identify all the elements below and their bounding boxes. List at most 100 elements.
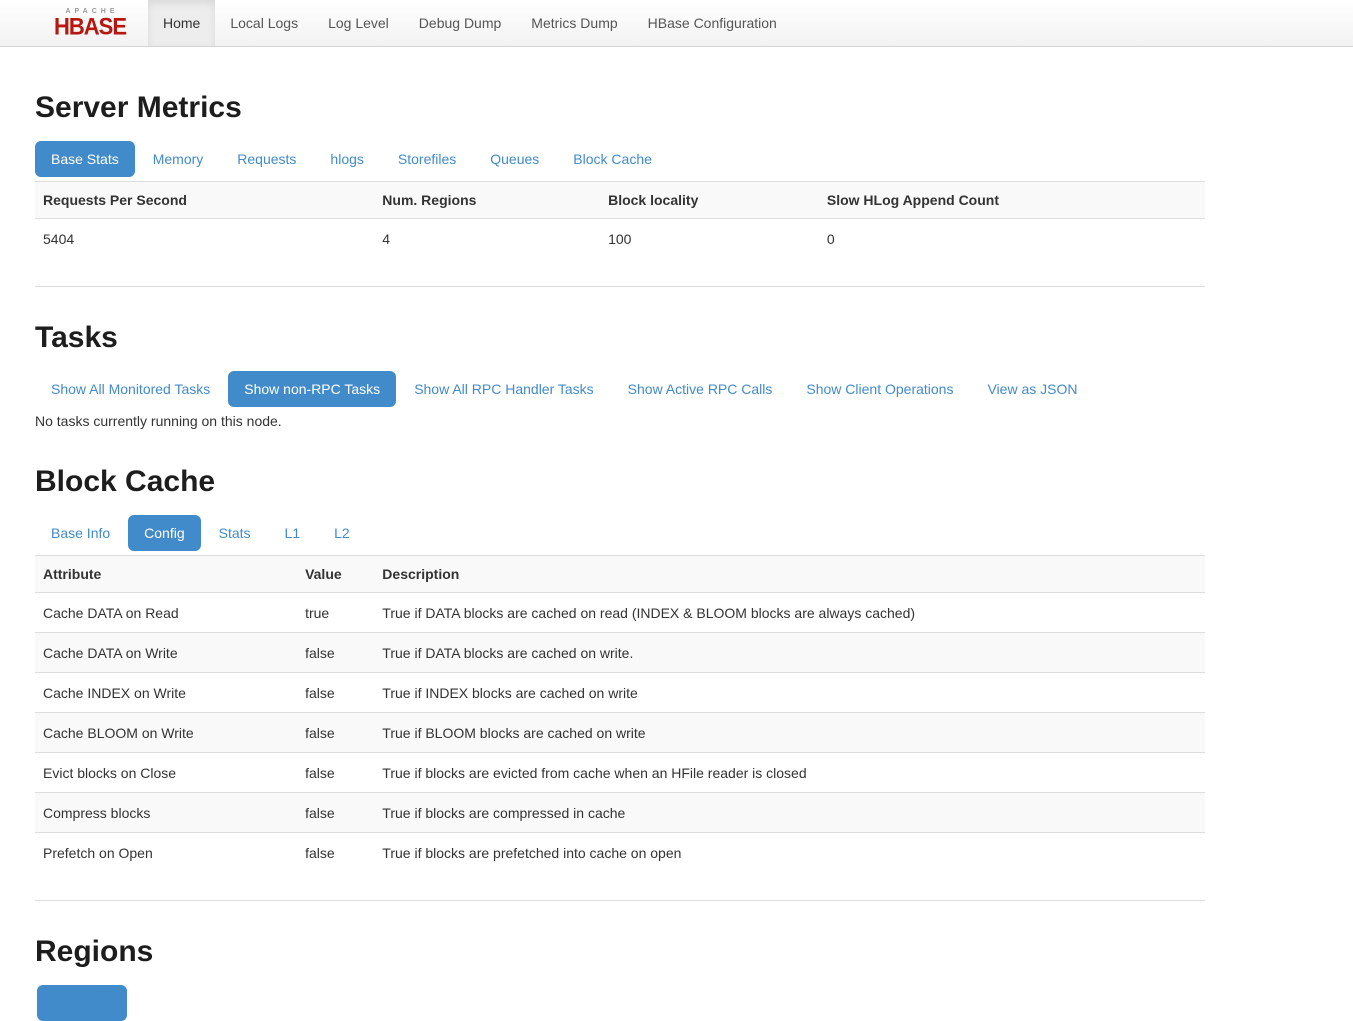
- block-cache-tabs: Base Info Config Stats L1 L2: [35, 515, 1205, 551]
- navbar-item-label: Log Level: [328, 13, 389, 33]
- regions-section: Regions: [35, 935, 1205, 1021]
- tab-label: Base Stats: [51, 151, 119, 167]
- tab-label: Show All Monitored Tasks: [51, 381, 210, 397]
- tab-label: Memory: [153, 151, 204, 167]
- tab-show-active-rpc-calls[interactable]: Show Active RPC Calls: [612, 371, 789, 407]
- value-cell: false: [297, 633, 374, 673]
- tab-view-as-json[interactable]: View as JSON: [971, 371, 1093, 407]
- description-cell: True if INDEX blocks are cached on write: [374, 673, 1205, 713]
- server-metrics-heading: Server Metrics: [35, 91, 1205, 124]
- tab-hlogs[interactable]: hlogs: [314, 141, 379, 177]
- tab-base-stats[interactable]: Base Stats: [35, 141, 135, 177]
- description-cell: True if blocks are evicted from cache wh…: [374, 753, 1205, 793]
- column-header: Value: [297, 556, 374, 593]
- value-cell: false: [297, 793, 374, 833]
- tab-label: Queues: [490, 151, 539, 167]
- hbase-logo[interactable]: APACHE HBASE: [40, 0, 140, 46]
- value-cell: false: [297, 673, 374, 713]
- column-header: Description: [374, 556, 1205, 593]
- tab-label: Config: [144, 525, 184, 541]
- description-cell: True if DATA blocks are cached on read (…: [374, 593, 1205, 633]
- navbar-item-label: Local Logs: [230, 13, 298, 33]
- tab-l1[interactable]: L1: [269, 515, 317, 551]
- server-metrics-table: Requests Per SecondNum. RegionsBlock loc…: [35, 181, 1205, 258]
- navbar-item-label: Metrics Dump: [531, 13, 617, 33]
- attribute-cell: Cache BLOOM on Write: [35, 713, 297, 753]
- regions-tab-partial[interactable]: [37, 985, 127, 1021]
- tab-memory[interactable]: Memory: [137, 141, 220, 177]
- tasks-section: Tasks Show All Monitored Tasks Show non-…: [35, 321, 1205, 431]
- navbar-item-label: Home: [163, 13, 200, 33]
- tab-label: L2: [334, 525, 350, 541]
- tab-config[interactable]: Config: [128, 515, 200, 551]
- table-row: 5404 4 100 0: [35, 219, 1205, 259]
- tasks-empty-message: No tasks currently running on this node.: [35, 411, 1205, 431]
- tab-base-info[interactable]: Base Info: [35, 515, 126, 551]
- column-header: Block locality: [600, 182, 819, 219]
- block-cache-config-table: AttributeValueDescription Cache DATA on …: [35, 555, 1205, 872]
- value-cell: false: [297, 833, 374, 873]
- nav-local-logs[interactable]: Local Logs: [215, 0, 313, 46]
- tab-label: Show Active RPC Calls: [628, 381, 773, 397]
- table-row: Prefetch on Open false True if blocks ar…: [35, 833, 1205, 873]
- tab-label: Block Cache: [573, 151, 652, 167]
- table-cell: 5404: [35, 219, 374, 259]
- column-header: Attribute: [35, 556, 297, 593]
- tab-show-all-rpc-handler-tasks[interactable]: Show All RPC Handler Tasks: [398, 371, 609, 407]
- tab-stats[interactable]: Stats: [203, 515, 267, 551]
- attribute-cell: Prefetch on Open: [35, 833, 297, 873]
- description-cell: True if BLOOM blocks are cached on write: [374, 713, 1205, 753]
- attribute-cell: Cache DATA on Write: [35, 633, 297, 673]
- tab-label: Requests: [237, 151, 296, 167]
- tab-label: Base Info: [51, 525, 110, 541]
- navbar-item-label: Debug Dump: [419, 13, 502, 33]
- column-header: Slow HLog Append Count: [819, 182, 1205, 219]
- tab-storefiles[interactable]: Storefiles: [382, 141, 472, 177]
- server-metrics-table-wrap: Requests Per SecondNum. RegionsBlock loc…: [35, 181, 1205, 287]
- tab-requests[interactable]: Requests: [221, 141, 312, 177]
- description-cell: True if DATA blocks are cached on write.: [374, 633, 1205, 673]
- tab-label: Stats: [219, 525, 251, 541]
- table-row: Cache BLOOM on Write false True if BLOOM…: [35, 713, 1205, 753]
- nav-metrics-dump[interactable]: Metrics Dump: [516, 0, 632, 46]
- description-cell: True if blocks are compressed in cache: [374, 793, 1205, 833]
- column-header: Requests Per Second: [35, 182, 374, 219]
- regions-heading: Regions: [35, 935, 1205, 968]
- top-navbar: APACHE HBASE Home Local Logs Log Level D…: [0, 0, 1353, 47]
- tab-l2[interactable]: L2: [318, 515, 366, 551]
- table-cell: 100: [600, 219, 819, 259]
- tab-queues[interactable]: Queues: [474, 141, 555, 177]
- tasks-tabs: Show All Monitored Tasks Show non-RPC Ta…: [35, 371, 1205, 407]
- tab-show-non-rpc-tasks[interactable]: Show non-RPC Tasks: [228, 371, 396, 407]
- value-cell: false: [297, 753, 374, 793]
- tab-show-all-monitored-tasks[interactable]: Show All Monitored Tasks: [35, 371, 226, 407]
- navbar-item-label: HBase Configuration: [648, 13, 777, 33]
- hbase-logo-text: HBASE: [54, 16, 126, 38]
- block-cache-heading: Block Cache: [35, 465, 1205, 498]
- navbar-menu: Home Local Logs Log Level Debug Dump Met…: [148, 0, 792, 46]
- attribute-cell: Cache INDEX on Write: [35, 673, 297, 713]
- tab-label: L1: [285, 525, 301, 541]
- table-row: Evict blocks on Close false True if bloc…: [35, 753, 1205, 793]
- block-cache-table-header-row: AttributeValueDescription: [35, 556, 1205, 593]
- table-row: Cache DATA on Read true True if DATA blo…: [35, 593, 1205, 633]
- table-cell: 0: [819, 219, 1205, 259]
- nav-debug-dump[interactable]: Debug Dump: [404, 0, 517, 46]
- tab-label: Show non-RPC Tasks: [244, 381, 380, 397]
- value-cell: false: [297, 713, 374, 753]
- tab-block-cache[interactable]: Block Cache: [557, 141, 668, 177]
- table-cell: 4: [374, 219, 600, 259]
- nav-home[interactable]: Home: [148, 0, 215, 46]
- tab-show-client-operations[interactable]: Show Client Operations: [790, 371, 969, 407]
- table-row: Cache INDEX on Write false True if INDEX…: [35, 673, 1205, 713]
- tab-label: hlogs: [330, 151, 363, 167]
- tab-label: Show All RPC Handler Tasks: [414, 381, 593, 397]
- tab-label: View as JSON: [987, 381, 1077, 397]
- server-metrics-section: Server Metrics Base Stats Memory Request…: [35, 91, 1205, 287]
- server-metrics-tabs: Base Stats Memory Requests hlogs Storefi…: [35, 141, 1205, 177]
- attribute-cell: Compress blocks: [35, 793, 297, 833]
- block-cache-table-wrap: AttributeValueDescription Cache DATA on …: [35, 555, 1205, 901]
- nav-hbase-configuration[interactable]: HBase Configuration: [633, 0, 792, 46]
- nav-log-level[interactable]: Log Level: [313, 0, 404, 46]
- attribute-cell: Evict blocks on Close: [35, 753, 297, 793]
